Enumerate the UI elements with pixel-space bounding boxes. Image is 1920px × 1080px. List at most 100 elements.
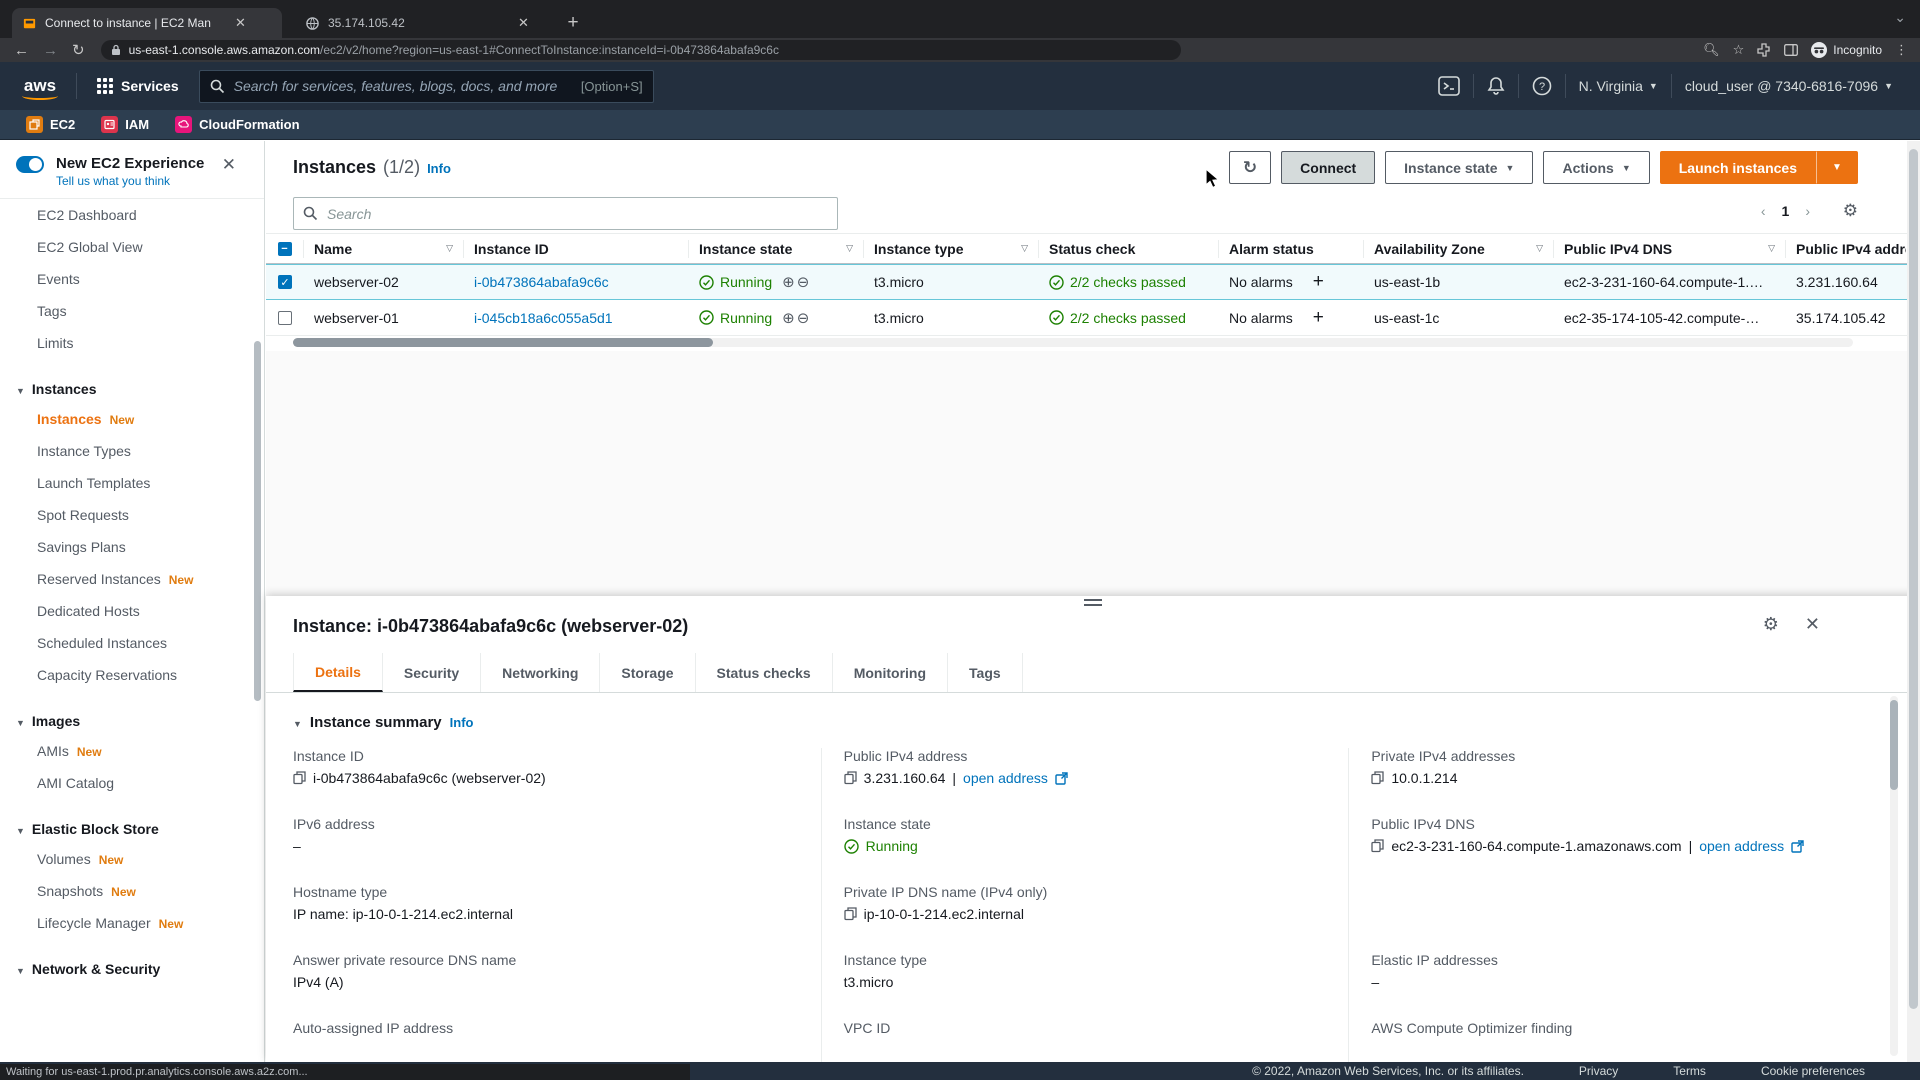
col-header-instance-type[interactable]: Instance type bbox=[874, 241, 963, 257]
account-menu[interactable]: cloud_user @ 7340-6816-7096▼ bbox=[1672, 78, 1906, 94]
tab-list-chevron-icon[interactable]: ⌄ bbox=[1894, 9, 1906, 26]
side-panel-icon[interactable] bbox=[1784, 44, 1798, 56]
tab-monitoring[interactable]: Monitoring bbox=[833, 653, 948, 692]
add-alarm-icon[interactable]: + bbox=[1313, 307, 1324, 329]
col-header-az[interactable]: Availability Zone bbox=[1374, 241, 1485, 257]
table-horizontal-scrollbar[interactable] bbox=[293, 338, 1853, 347]
filter-icon[interactable]: ▽ bbox=[846, 243, 853, 254]
instance-summary-header[interactable]: ▼ Instance summary Info bbox=[293, 714, 473, 731]
back-button[interactable]: ← bbox=[14, 42, 29, 59]
launch-instances-button[interactable]: Launch instances bbox=[1660, 151, 1816, 184]
page-scrollbar[interactable] bbox=[1907, 141, 1920, 1062]
col-header-public-ip[interactable]: Public IPv4 address bbox=[1796, 241, 1906, 257]
sidebar-item-instance-types[interactable]: Instance Types bbox=[0, 435, 264, 467]
panel-settings-gear-icon[interactable]: ⚙ bbox=[1763, 614, 1779, 635]
new-experience-toggle[interactable] bbox=[16, 156, 44, 173]
sidebar-item-tags[interactable]: Tags bbox=[0, 295, 264, 327]
tab-status-checks[interactable]: Status checks bbox=[696, 653, 833, 692]
tab-close-icon[interactable]: ✕ bbox=[235, 15, 246, 31]
sidebar-item-lifecycle-manager[interactable]: Lifecycle ManagerNew bbox=[0, 907, 264, 939]
sidebar-item-instances[interactable]: InstancesNew bbox=[0, 403, 264, 435]
global-search[interactable]: [Option+S] bbox=[199, 70, 654, 103]
bookmark-star-icon[interactable]: ☆ bbox=[1733, 42, 1745, 58]
sidebar-item-reserved-instances[interactable]: Reserved InstancesNew bbox=[0, 563, 264, 595]
row-checkbox[interactable] bbox=[278, 311, 292, 325]
sidebar-item-ec2-dashboard[interactable]: EC2 Dashboard bbox=[0, 199, 264, 231]
address-bar[interactable]: us-east-1.console.aws.amazon.com/ec2/v2/… bbox=[101, 40, 1181, 60]
browser-tab-inactive[interactable]: 35.174.105.42 ✕ bbox=[295, 8, 545, 38]
tab-tags[interactable]: Tags bbox=[948, 653, 1023, 692]
close-icon[interactable]: ✕ bbox=[222, 155, 236, 175]
cookie-preferences-link[interactable]: Cookie preferences bbox=[1761, 1064, 1865, 1078]
col-header-instance-state[interactable]: Instance state bbox=[699, 241, 792, 257]
open-address-link[interactable]: open address bbox=[1699, 838, 1784, 854]
notifications-button[interactable] bbox=[1474, 76, 1518, 96]
sidebar-item-capacity-reservations[interactable]: Capacity Reservations bbox=[0, 659, 264, 691]
sidebar-item-limits[interactable]: Limits bbox=[0, 327, 264, 359]
col-header-name[interactable]: Name bbox=[314, 241, 352, 257]
instance-filter[interactable] bbox=[293, 197, 838, 230]
connect-button[interactable]: Connect bbox=[1281, 151, 1375, 184]
sidebar-item-savings-plans[interactable]: Savings Plans bbox=[0, 531, 264, 563]
tab-close-icon[interactable]: ✕ bbox=[518, 15, 529, 31]
table-row[interactable]: ✓ webserver-02 i-0b473864abafa9c6c Runni… bbox=[266, 264, 1920, 300]
cell-instance-id-link[interactable]: i-0b473864abafa9c6c bbox=[474, 274, 609, 290]
sidebar-section-instances[interactable]: ▼Instances bbox=[0, 369, 264, 403]
copy-icon[interactable] bbox=[293, 771, 306, 785]
browser-tab-active[interactable]: Connect to instance | EC2 Man ✕ bbox=[12, 8, 282, 38]
copy-icon[interactable] bbox=[1371, 771, 1384, 785]
row-checkbox[interactable]: ✓ bbox=[278, 275, 292, 289]
sidebar-item-volumes[interactable]: VolumesNew bbox=[0, 843, 264, 875]
find-similar-icons[interactable]: ⊕⊖ bbox=[782, 309, 811, 327]
terms-link[interactable]: Terms bbox=[1673, 1064, 1706, 1078]
browser-menu-icon[interactable]: ⋮ bbox=[1895, 42, 1908, 58]
cloudshell-button[interactable] bbox=[1425, 76, 1473, 96]
forward-button[interactable]: → bbox=[43, 42, 58, 59]
zoom-page-icon[interactable]: 🔍︎ bbox=[1703, 42, 1720, 58]
open-address-link[interactable]: open address bbox=[963, 770, 1048, 786]
instance-filter-input[interactable] bbox=[327, 206, 828, 222]
sidebar-item-launch-templates[interactable]: Launch Templates bbox=[0, 467, 264, 499]
tab-details[interactable]: Details bbox=[293, 653, 383, 692]
panel-scrollbar[interactable] bbox=[1890, 696, 1898, 1056]
cell-instance-id-link[interactable]: i-045cb18a6c055a5d1 bbox=[474, 310, 613, 326]
external-link-icon[interactable] bbox=[1791, 840, 1804, 853]
sidebar-item-scheduled-instances[interactable]: Scheduled Instances bbox=[0, 627, 264, 659]
copy-icon[interactable] bbox=[844, 907, 857, 921]
sidebar-item-dedicated-hosts[interactable]: Dedicated Hosts bbox=[0, 595, 264, 627]
info-link[interactable]: Info bbox=[427, 161, 451, 176]
find-similar-icons[interactable]: ⊕⊖ bbox=[782, 273, 811, 291]
table-settings-gear-icon[interactable]: ⚙ bbox=[1843, 201, 1858, 221]
services-menu[interactable]: Services bbox=[91, 78, 185, 94]
copy-icon[interactable] bbox=[844, 771, 857, 785]
select-all-checkbox[interactable]: − bbox=[278, 242, 292, 256]
sidebar-item-spot-requests[interactable]: Spot Requests bbox=[0, 499, 264, 531]
tab-storage[interactable]: Storage bbox=[600, 653, 695, 692]
favorite-cloudformation[interactable]: CloudFormation bbox=[175, 116, 299, 133]
help-button[interactable]: ? bbox=[1519, 76, 1565, 96]
filter-icon[interactable]: ▽ bbox=[1536, 243, 1543, 254]
panel-close-icon[interactable]: ✕ bbox=[1805, 614, 1820, 635]
sidebar-item-snapshots[interactable]: SnapshotsNew bbox=[0, 875, 264, 907]
col-header-status-check[interactable]: Status check bbox=[1049, 241, 1135, 257]
info-link[interactable]: Info bbox=[450, 715, 474, 730]
col-header-instance-id[interactable]: Instance ID bbox=[474, 241, 549, 257]
sidebar-section-images[interactable]: ▼Images bbox=[0, 701, 264, 735]
region-selector[interactable]: N. Virginia▼ bbox=[1566, 78, 1671, 94]
table-row[interactable]: webserver-01 i-045cb18a6c055a5d1 Running… bbox=[266, 300, 1920, 336]
tell-us-link[interactable]: Tell us what you think bbox=[56, 174, 248, 188]
instance-state-menu[interactable]: Instance state▼ bbox=[1385, 151, 1533, 184]
favorite-ec2[interactable]: EC2 bbox=[26, 116, 75, 133]
sidebar-scrollbar[interactable] bbox=[254, 341, 261, 701]
global-search-input[interactable] bbox=[234, 78, 581, 94]
panel-drag-handle[interactable] bbox=[1084, 599, 1102, 606]
reload-button[interactable]: ↻ bbox=[72, 41, 85, 59]
prev-page-icon[interactable]: ‹ bbox=[1761, 203, 1766, 219]
sidebar-section-network-security[interactable]: ▼Network & Security bbox=[0, 949, 264, 983]
col-header-alarm-status[interactable]: Alarm status bbox=[1229, 241, 1314, 257]
add-alarm-icon[interactable]: + bbox=[1313, 271, 1324, 293]
sidebar-item-events[interactable]: Events bbox=[0, 263, 264, 295]
actions-menu[interactable]: Actions▼ bbox=[1543, 151, 1649, 184]
external-link-icon[interactable] bbox=[1055, 772, 1068, 785]
sidebar-section-ebs[interactable]: ▼Elastic Block Store bbox=[0, 809, 264, 843]
